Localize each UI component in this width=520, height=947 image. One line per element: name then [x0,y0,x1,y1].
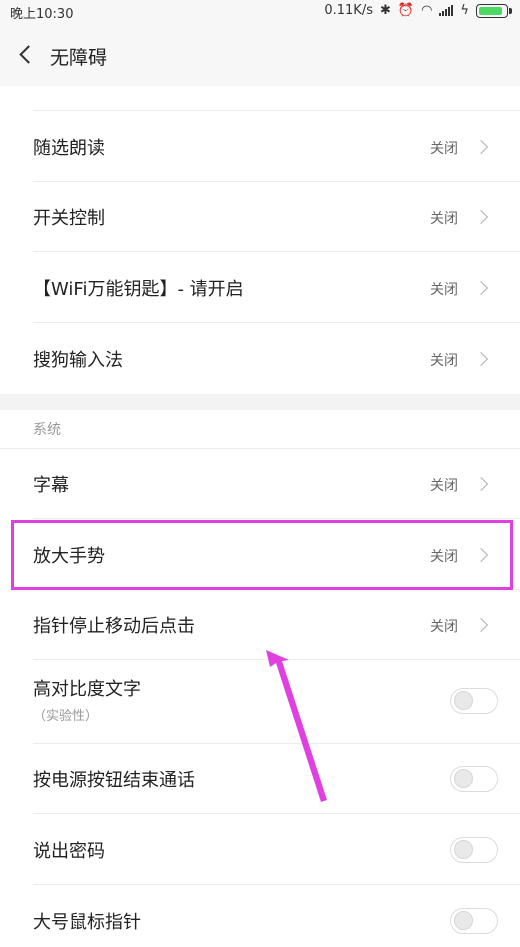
status-time: 晚上10:30 [10,7,74,22]
toggle-knob [454,840,473,859]
battery-icon [476,3,512,18]
page-title: 无障碍 [50,47,108,69]
row-label: 说出密码 [33,841,105,862]
toggle-switch[interactable] [450,766,498,792]
chevron-right-icon [473,547,489,563]
alarm-icon: ⏰ [397,3,415,18]
back-arrow-icon[interactable] [14,40,38,70]
divider [33,659,520,660]
app-header: 无障碍 [0,24,520,87]
toggle-switch[interactable] [450,688,498,714]
row-label: 放大手势 [33,546,105,567]
signal-icon [439,5,454,16]
setting-row-switch-access[interactable]: 开关控制 关闭 [0,182,520,252]
divider [33,884,520,885]
toggle-switch[interactable] [450,908,498,934]
chevron-right-icon [473,476,489,492]
row-label: 开关控制 [33,208,105,229]
status-bar: 晚上10:30 0.11K/s ✱ ⏰ ◠ ϟ [0,0,520,24]
section-label-system: 系统 [33,422,61,438]
row-label: 搜狗输入法 [33,350,123,371]
row-value: 关闭 [430,619,458,635]
setting-row-sogou-input[interactable]: 搜狗输入法 关闭 [0,324,520,394]
row-value: 关闭 [430,353,458,369]
row-value: 关闭 [430,549,458,565]
row-label: 字幕 [33,475,69,496]
chevron-right-icon [473,351,489,367]
setting-row-power-ends-call[interactable]: 按电源按钮结束通话 [0,744,520,814]
setting-row-speak-passwords[interactable]: 说出密码 [0,815,520,885]
divider [33,813,520,814]
setting-row-large-pointer[interactable]: 大号鼠标指针 [0,886,520,947]
row-label: 按电源按钮结束通话 [33,770,195,791]
setting-row-dwell-click[interactable]: 指针停止移动后点击 关闭 [0,590,520,660]
row-value: 关闭 [430,211,458,227]
setting-row-wifi-key[interactable]: 【WiFi万能钥匙】- 请开启 关闭 [0,253,520,323]
divider [33,110,520,111]
setting-row-select-to-speak[interactable]: 随选朗读 关闭 [0,112,520,182]
chevron-right-icon [473,280,489,296]
setting-row-high-contrast-text[interactable]: 高对比度文字 （实验性） [0,661,520,744]
row-value: 关闭 [430,141,458,157]
chevron-right-icon [473,209,489,225]
divider [33,518,520,519]
divider [33,322,520,323]
bluetooth-icon: ✱ [379,3,391,18]
divider [33,251,520,252]
chevron-right-icon [473,617,489,633]
toggle-knob [454,769,473,788]
status-icons: 0.11K/s ✱ ⏰ ◠ ϟ [324,3,512,18]
setting-row-captions[interactable]: 字幕 关闭 [0,449,520,519]
section-header: 系统 [0,410,520,449]
toggle-switch[interactable] [450,837,498,863]
row-sublabel: （实验性） [33,709,99,724]
row-value: 关闭 [430,478,458,494]
row-label: 高对比度文字 [33,679,141,700]
row-label: 【WiFi万能钥匙】- 请开启 [33,279,244,300]
wifi-icon: ◠ [421,3,433,18]
toggle-knob [454,911,473,930]
row-value: 关闭 [430,282,458,298]
network-speed: 0.11K/s [324,3,373,18]
toggle-knob [454,691,473,710]
chevron-right-icon [473,139,489,155]
row-label: 指针停止移动后点击 [33,616,195,637]
charging-icon: ϟ [460,3,469,18]
setting-row-magnification-gestures[interactable]: 放大手势 关闭 [0,520,520,590]
row-label: 随选朗读 [33,138,105,159]
row-label: 大号鼠标指针 [33,912,141,933]
section-gap [0,394,520,410]
